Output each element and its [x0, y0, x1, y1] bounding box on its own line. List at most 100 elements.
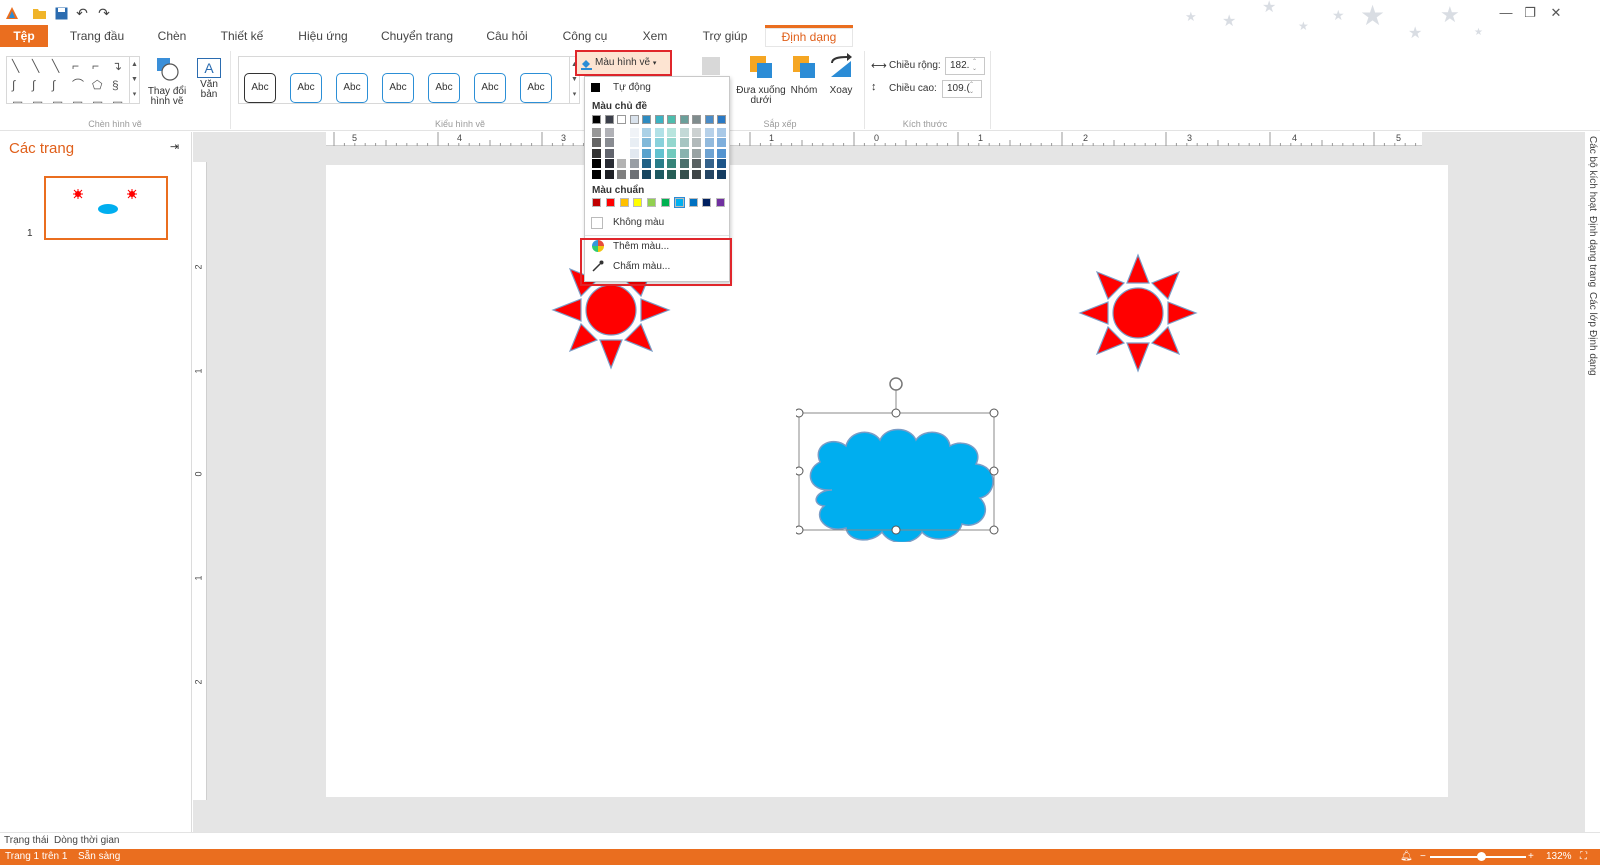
width-input[interactable]: 182.	[945, 57, 985, 75]
theme-color-swatch[interactable]	[667, 148, 676, 158]
group-button[interactable]: Nhóm	[788, 53, 820, 96]
sun-shape-right[interactable]	[1078, 253, 1198, 373]
minimize-icon[interactable]: —	[1496, 4, 1516, 22]
standard-color-swatch[interactable]	[716, 198, 726, 207]
theme-color-swatch[interactable]	[617, 159, 626, 168]
restore-icon[interactable]: ❐	[1520, 4, 1540, 22]
shape-style-7[interactable]: Abc	[520, 73, 552, 103]
open-folder-icon[interactable]	[31, 5, 47, 21]
shape-style-4[interactable]: Abc	[382, 73, 414, 103]
tab-insert[interactable]: Chèn	[150, 25, 194, 47]
shape-effects-icon[interactable]	[702, 57, 720, 75]
standard-color-swatch[interactable]	[592, 198, 601, 207]
shape-fill-button[interactable]: Màu hình vẽ ▾	[575, 50, 672, 76]
shape-gallery-scroll[interactable]: ▲ ▼ ▾	[129, 56, 140, 104]
theme-color-swatch[interactable]	[629, 169, 639, 179]
theme-color-swatch[interactable]	[654, 148, 664, 158]
tab-home[interactable]: Trang đầu	[62, 25, 132, 47]
cloud-shape-selected[interactable]	[796, 370, 1006, 542]
theme-color-swatch[interactable]	[704, 159, 714, 168]
fit-window-icon[interactable]: ⛶	[1580, 851, 1587, 862]
theme-color-swatch[interactable]	[667, 138, 676, 147]
tab-file[interactable]: Tệp	[0, 25, 48, 47]
right-tab-format[interactable]: Định dạng	[1587, 330, 1598, 376]
theme-color-swatch[interactable]	[629, 115, 639, 124]
theme-color-swatch[interactable]	[592, 127, 601, 137]
theme-color-swatch[interactable]	[692, 159, 701, 168]
theme-color-swatch[interactable]	[617, 127, 626, 137]
shape-style-1[interactable]: Abc	[244, 73, 276, 103]
theme-color-swatch[interactable]	[704, 138, 714, 147]
timeline-tab[interactable]: Dòng thời gian	[54, 835, 120, 846]
theme-color-swatch[interactable]	[717, 138, 726, 147]
theme-color-swatch[interactable]	[604, 148, 614, 158]
close-icon[interactable]: ✕	[1546, 4, 1566, 22]
text-box-button[interactable]: A Văn bản	[194, 58, 224, 100]
shape-style-2[interactable]: Abc	[290, 73, 322, 103]
theme-color-swatch[interactable]	[617, 169, 626, 179]
theme-color-swatch[interactable]	[617, 115, 626, 124]
tab-view[interactable]: Xem	[634, 25, 676, 47]
shape-gallery[interactable]: ╲ ╲ ╲ ⌐ ⌐ ↴ ∫ ∫ ∫ ⌒ ⬠ § ▭ ▭ ▭ ▭ ▭ ▭	[6, 56, 138, 104]
shape-style-5[interactable]: Abc	[428, 73, 460, 103]
tab-format[interactable]: Định dạng	[765, 25, 853, 47]
theme-color-swatch[interactable]	[592, 115, 601, 124]
theme-color-swatch[interactable]	[629, 148, 639, 158]
theme-color-swatch[interactable]	[604, 127, 614, 137]
change-shape-button[interactable]: Thay đổi hình vẽ	[146, 56, 188, 107]
theme-color-swatch[interactable]	[667, 127, 676, 137]
height-input[interactable]: 109.(	[942, 80, 982, 98]
theme-color-swatch[interactable]	[617, 148, 626, 158]
theme-color-swatch[interactable]	[667, 115, 676, 124]
theme-color-swatch[interactable]	[592, 138, 601, 147]
shape-style-3[interactable]: Abc	[336, 73, 368, 103]
zoom-out-button[interactable]: −	[1420, 851, 1426, 862]
theme-color-swatch[interactable]	[654, 159, 664, 168]
theme-color-swatch[interactable]	[642, 169, 651, 179]
theme-color-swatch[interactable]	[604, 159, 614, 168]
send-backward-button[interactable]: Đưa xuống dưới	[734, 53, 788, 106]
theme-color-swatch[interactable]	[679, 148, 689, 158]
theme-color-swatch[interactable]	[692, 169, 701, 179]
theme-color-swatch[interactable]	[679, 159, 689, 168]
theme-color-swatch[interactable]	[592, 169, 601, 179]
standard-color-swatch[interactable]	[688, 198, 698, 207]
theme-color-swatch[interactable]	[654, 138, 664, 147]
right-tab-layers[interactable]: Các lớp	[1587, 292, 1598, 327]
standard-color-swatch[interactable]	[661, 198, 670, 207]
no-color-item[interactable]: Không màu	[585, 214, 729, 230]
undo-icon[interactable]: ↶	[74, 5, 90, 21]
theme-color-swatch[interactable]	[692, 138, 701, 147]
theme-color-swatch[interactable]	[654, 127, 664, 137]
theme-color-swatch[interactable]	[667, 159, 676, 168]
auto-color-item[interactable]: Tự động	[585, 81, 729, 95]
theme-color-swatch[interactable]	[704, 148, 714, 158]
theme-color-swatch[interactable]	[717, 115, 726, 124]
zoom-in-button[interactable]: +	[1528, 851, 1534, 862]
tab-tools[interactable]: Công cụ	[556, 25, 614, 47]
theme-color-swatch[interactable]	[704, 127, 714, 137]
theme-color-swatch[interactable]	[704, 169, 714, 179]
theme-color-swatch[interactable]	[717, 159, 726, 168]
theme-color-swatch[interactable]	[717, 127, 726, 137]
theme-color-swatch[interactable]	[667, 169, 676, 179]
tab-design[interactable]: Thiết kế	[212, 25, 272, 47]
redo-icon[interactable]: ↷	[96, 5, 112, 21]
theme-color-swatch[interactable]	[717, 148, 726, 158]
zoom-slider-handle[interactable]	[1477, 852, 1486, 861]
standard-color-swatch[interactable]	[605, 198, 615, 207]
theme-color-swatch[interactable]	[642, 148, 651, 158]
theme-color-swatch[interactable]	[679, 115, 689, 124]
bell-icon[interactable]: 🔔︎	[1400, 851, 1413, 862]
slide-canvas[interactable]	[326, 165, 1448, 797]
right-tab-triggers[interactable]: Các bộ kích hoạt	[1587, 136, 1598, 211]
theme-color-swatch[interactable]	[642, 138, 651, 147]
theme-color-swatch[interactable]	[679, 169, 689, 179]
tab-questions[interactable]: Câu hỏi	[480, 25, 534, 47]
shape-style-6[interactable]: Abc	[474, 73, 506, 103]
theme-color-swatch[interactable]	[604, 169, 614, 179]
theme-color-swatch[interactable]	[692, 148, 701, 158]
theme-color-swatch[interactable]	[629, 159, 639, 168]
theme-color-swatch[interactable]	[692, 127, 701, 137]
right-tab-page-format[interactable]: Định dạng trang	[1587, 216, 1598, 287]
